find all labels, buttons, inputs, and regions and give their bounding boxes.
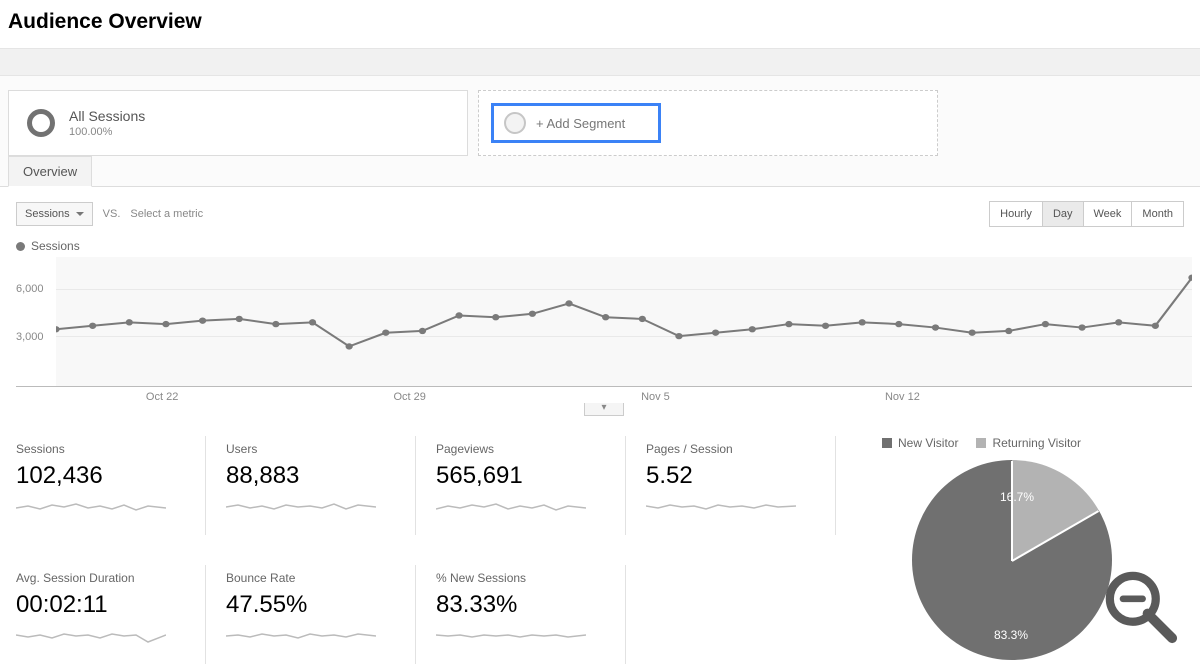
x-tick-3: Nov 12 — [885, 391, 920, 403]
period-buttons: Hourly Day Week Month — [989, 201, 1184, 227]
metric-pages-per-session[interactable]: Pages / Session 5.52 — [646, 436, 836, 535]
metric-bounce-rate[interactable]: Bounce Rate 47.55% — [226, 565, 416, 664]
toolbar-band — [0, 48, 1200, 76]
x-tick-0: Oct 22 — [146, 391, 178, 403]
chart-tray-handle[interactable]: ▾ — [584, 403, 624, 416]
add-segment-button[interactable]: + Add Segment — [491, 103, 661, 143]
pie-legend-returning-label: Returning Visitor — [992, 436, 1081, 450]
metric-value: 83.33% — [436, 591, 615, 619]
chevron-down-icon — [76, 212, 84, 216]
metric-users[interactable]: Users 88,883 — [226, 436, 416, 535]
metric-value: 565,691 — [436, 462, 615, 490]
period-day[interactable]: Day — [1043, 202, 1084, 226]
metric-label: Pages / Session — [646, 442, 825, 456]
segment-text: All Sessions 100.00% — [69, 108, 145, 138]
metrics-area: Sessions 102,436 Users 88,883 Pageviews … — [0, 416, 1200, 670]
page-title: Audience Overview — [0, 0, 1200, 48]
metric-value: 102,436 — [16, 462, 195, 490]
pie-slice-returning-label: 16.7% — [1000, 490, 1034, 504]
metric-avg-session-duration[interactable]: Avg. Session Duration 00:02:11 — [16, 565, 206, 664]
tab-overview[interactable]: Overview — [8, 156, 92, 187]
visitor-pie-chart[interactable]: 16.7% 83.3% — [912, 460, 1122, 670]
y-tick-3000: 3,000 — [16, 331, 44, 343]
legend-dot-icon — [16, 242, 25, 251]
legend-square-icon — [976, 438, 986, 448]
segments-row: All Sessions 100.00% + Add Segment — [0, 76, 1200, 156]
pie-legend-returning: Returning Visitor — [976, 436, 1081, 450]
metric-label: Bounce Rate — [226, 571, 405, 585]
sparkline — [436, 494, 586, 518]
x-axis: Oct 22 Oct 29 Nov 5 Nov 12 — [56, 391, 1192, 403]
period-month[interactable]: Month — [1132, 202, 1183, 226]
chart-block: Sessions 6,000 3,000 Oct 22 Oct 29 Nov 5… — [0, 235, 1200, 416]
chart-legend: Sessions — [16, 239, 1192, 253]
metric-value: 47.55% — [226, 591, 405, 619]
metric-pageviews[interactable]: Pageviews 565,691 — [436, 436, 626, 535]
pie-legend-new: New Visitor — [882, 436, 958, 450]
metric-dropdown-label: Sessions — [25, 208, 70, 220]
chart-legend-label: Sessions — [31, 239, 80, 253]
sparkline — [16, 623, 166, 647]
metric-value: 5.52 — [646, 462, 825, 490]
metric-dropdown[interactable]: Sessions — [16, 202, 93, 226]
period-hourly[interactable]: Hourly — [990, 202, 1043, 226]
add-segment-circle-icon — [504, 112, 526, 134]
select-metric-link[interactable]: Select a metric — [130, 208, 203, 220]
pie-slice-new-label: 83.3% — [994, 628, 1028, 642]
pie-legend-new-label: New Visitor — [898, 436, 958, 450]
metric-label: Sessions — [16, 442, 195, 456]
segment-all-sessions[interactable]: All Sessions 100.00% — [8, 90, 468, 156]
sparkline — [646, 494, 796, 518]
sessions-line-chart[interactable]: 6,000 3,000 — [16, 257, 1192, 387]
segment-circle-icon — [27, 109, 55, 137]
zoom-out-icon — [1100, 566, 1182, 648]
tabs-bar: Overview — [0, 155, 1200, 187]
legend-square-icon — [882, 438, 892, 448]
controls-row: Sessions VS. Select a metric Hourly Day … — [0, 187, 1200, 235]
vs-label: VS. — [103, 208, 121, 220]
segment-subtitle: 100.00% — [69, 126, 145, 138]
add-segment-label: + Add Segment — [536, 116, 625, 131]
metric-sessions[interactable]: Sessions 102,436 — [16, 436, 206, 535]
metric-label: Users — [226, 442, 405, 456]
metrics-grid: Sessions 102,436 Users 88,883 Pageviews … — [16, 436, 866, 670]
zoom-out-button[interactable] — [1100, 566, 1182, 648]
pie-legend: New Visitor Returning Visitor — [882, 436, 1192, 450]
sparkline — [226, 494, 376, 518]
pie-circle: 16.7% 83.3% — [912, 460, 1112, 660]
sparkline — [226, 623, 376, 647]
period-week[interactable]: Week — [1084, 202, 1133, 226]
x-tick-2: Nov 5 — [641, 391, 670, 403]
y-tick-6000: 6,000 — [16, 283, 44, 295]
sparkline — [436, 623, 586, 647]
x-tick-1: Oct 29 — [393, 391, 425, 403]
chart-svg — [56, 257, 1192, 386]
sparkline — [16, 494, 166, 518]
segment-title: All Sessions — [69, 108, 145, 124]
metric-label: % New Sessions — [436, 571, 615, 585]
metric-pct-new-sessions[interactable]: % New Sessions 83.33% — [436, 565, 626, 664]
metric-value: 00:02:11 — [16, 591, 195, 619]
metric-value: 88,883 — [226, 462, 405, 490]
metric-label: Pageviews — [436, 442, 615, 456]
add-segment-area: + Add Segment — [478, 90, 938, 156]
metric-label: Avg. Session Duration — [16, 571, 195, 585]
